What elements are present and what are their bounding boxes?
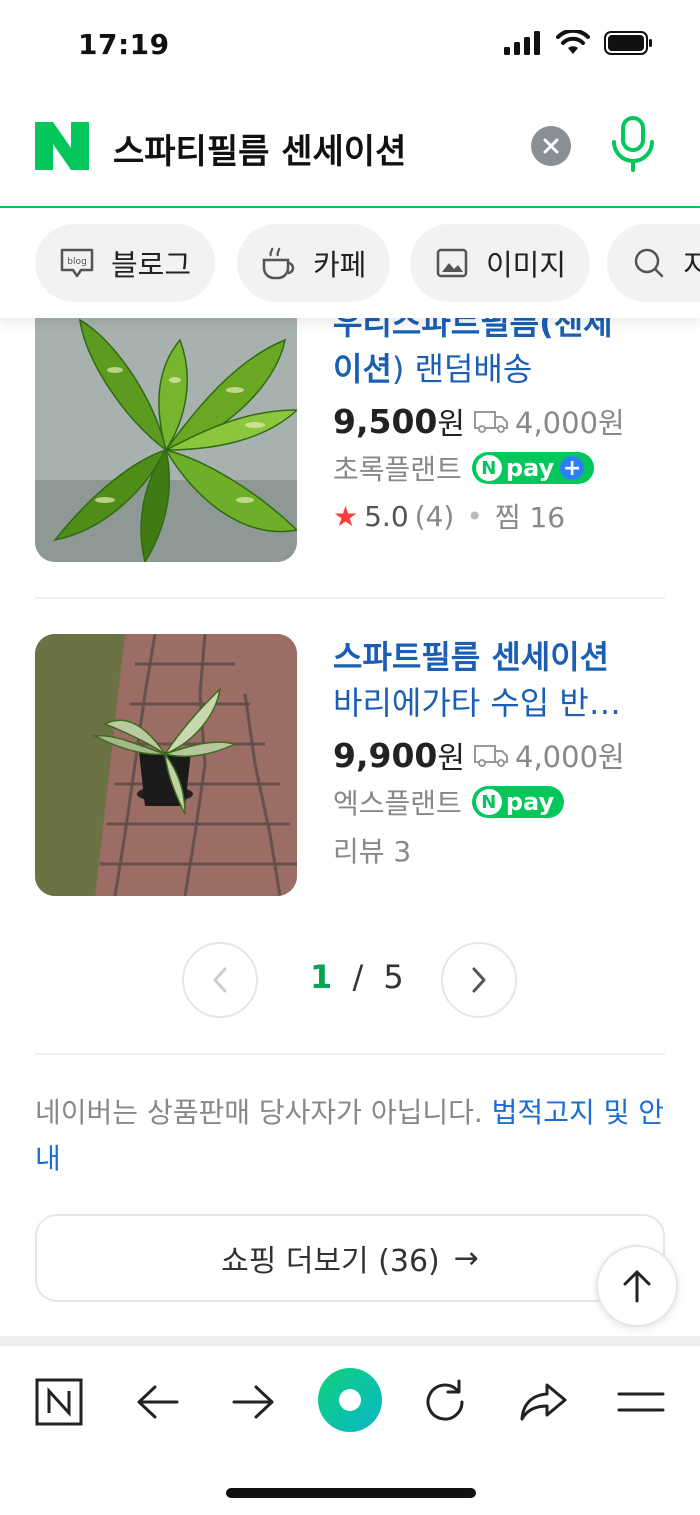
rating-value: 5.0	[364, 499, 409, 533]
chip-label: 블로그	[111, 248, 192, 282]
clear-search-button[interactable]	[531, 126, 571, 166]
arrow-right-icon: →	[453, 1240, 479, 1276]
chip-label: 지	[683, 248, 700, 282]
menu-button[interactable]	[611, 1372, 671, 1432]
naver-n-icon	[35, 1378, 83, 1426]
chip-label: 카페	[313, 248, 367, 282]
plus-icon: +	[560, 456, 585, 481]
product-info: 스파트필름 센세이션 바리에가타 수입 반… 9,900 원 4,000원 엑스…	[333, 634, 665, 874]
separator-dot: •	[466, 499, 483, 533]
next-page-button[interactable]	[441, 942, 517, 1018]
cafe-icon	[261, 245, 297, 281]
rating-row: ★ 5.0 (4) • 찜 16	[333, 492, 665, 540]
divider	[35, 1053, 665, 1055]
page-indicator: 1 / 5	[310, 958, 404, 996]
product-price: 9,500	[333, 401, 438, 441]
review-row: 리뷰 3	[333, 826, 665, 874]
chip-image[interactable]: 이미지	[410, 224, 591, 302]
product-image[interactable]	[35, 634, 297, 896]
arrow-left-icon	[137, 1385, 179, 1419]
status-time: 17:19	[78, 28, 170, 61]
product-image[interactable]	[35, 300, 297, 562]
search-bar: 스파티필름 센세이션	[0, 92, 700, 308]
menu-icon	[617, 1392, 665, 1412]
shipping-fee: 4,000원	[515, 740, 625, 774]
home-indicator[interactable]	[226, 1488, 476, 1498]
scroll-to-top-button[interactable]	[596, 1245, 678, 1327]
product-info: 우리스파트필름(센세 이션) 랜덤배송 9,500 원 4,000원 초록플랜트…	[333, 300, 665, 540]
forward-button[interactable]	[224, 1372, 284, 1432]
green-dot-icon	[318, 1368, 382, 1432]
prev-page-button[interactable]	[182, 942, 258, 1018]
npay-badge: Npay	[471, 786, 565, 818]
seller-name[interactable]: 엑스플랜트	[333, 782, 462, 822]
price-row: 9,500 원 4,000원	[333, 401, 625, 443]
delivery-truck-icon	[474, 745, 508, 767]
npay-plus-badge: Npay +	[471, 452, 595, 484]
image-icon	[434, 245, 470, 281]
legal-notice: 네이버는 상품판매 당사자가 아닙니다. 법적고지 및 안내	[35, 1096, 665, 1175]
battery-icon	[604, 31, 652, 55]
price-row: 9,900 원 4,000원	[333, 735, 625, 777]
seller-name[interactable]: 초록플랜트	[333, 448, 462, 488]
status-icons	[504, 30, 654, 56]
review-count: 리뷰 3	[333, 835, 412, 868]
product-title[interactable]: 스파트필름 센세이션 바리에가타 수입 반…	[333, 634, 665, 726]
refresh-button[interactable]	[415, 1372, 475, 1432]
shipping-fee: 4,000원	[515, 406, 625, 440]
naver-logo-icon[interactable]	[35, 122, 89, 170]
share-button[interactable]	[513, 1372, 573, 1432]
rating-count: (4)	[414, 499, 455, 533]
section-separator	[0, 1336, 700, 1346]
green-dot-button[interactable]	[318, 1368, 382, 1432]
product-item[interactable]: 우리스파트필름(센세 이션) 랜덤배송 9,500 원 4,000원 초록플랜트…	[35, 300, 665, 562]
share-icon	[520, 1383, 567, 1421]
chip-cafe[interactable]: 카페	[237, 224, 391, 302]
seller-row: 초록플랜트 Npay +	[333, 444, 665, 492]
filter-chips: blog 블로그 카페 이미지 지	[0, 208, 700, 318]
chip-blog[interactable]: blog 블로그	[35, 224, 216, 302]
product-price: 9,900	[333, 735, 438, 775]
chip-label: 이미지	[486, 248, 567, 282]
likes-count: 찜 16	[494, 501, 566, 534]
naver-home-button[interactable]	[29, 1372, 89, 1432]
svg-text:blog: blog	[67, 257, 86, 267]
back-button[interactable]	[127, 1372, 187, 1432]
product-item[interactable]: 스파트필름 센세이션 바리에가타 수입 반… 9,900 원 4,000원 엑스…	[35, 634, 665, 896]
arrow-up-icon	[623, 1270, 651, 1303]
search-input[interactable]: 스파티필름 센세이션	[113, 124, 406, 173]
arrow-right-icon	[232, 1385, 274, 1419]
refresh-icon	[426, 1379, 464, 1421]
close-icon	[543, 138, 559, 154]
seller-row: 엑스플랜트 Npay	[333, 778, 665, 826]
blog-icon: blog	[59, 245, 95, 281]
delivery-truck-icon	[474, 411, 508, 433]
star-icon: ★	[333, 499, 359, 533]
chevron-left-icon	[213, 967, 227, 993]
voice-search-icon[interactable]	[606, 114, 660, 174]
wifi-icon	[556, 30, 590, 54]
cellular-signal-icon	[504, 31, 540, 55]
search-icon	[631, 245, 667, 281]
chip-search[interactable]: 지	[607, 224, 700, 302]
shopping-more-button[interactable]: 쇼핑 더보기 (36) →	[35, 1214, 665, 1302]
chevron-right-icon	[472, 967, 486, 993]
status-bar: 17:19	[0, 0, 700, 92]
divider	[35, 597, 665, 599]
